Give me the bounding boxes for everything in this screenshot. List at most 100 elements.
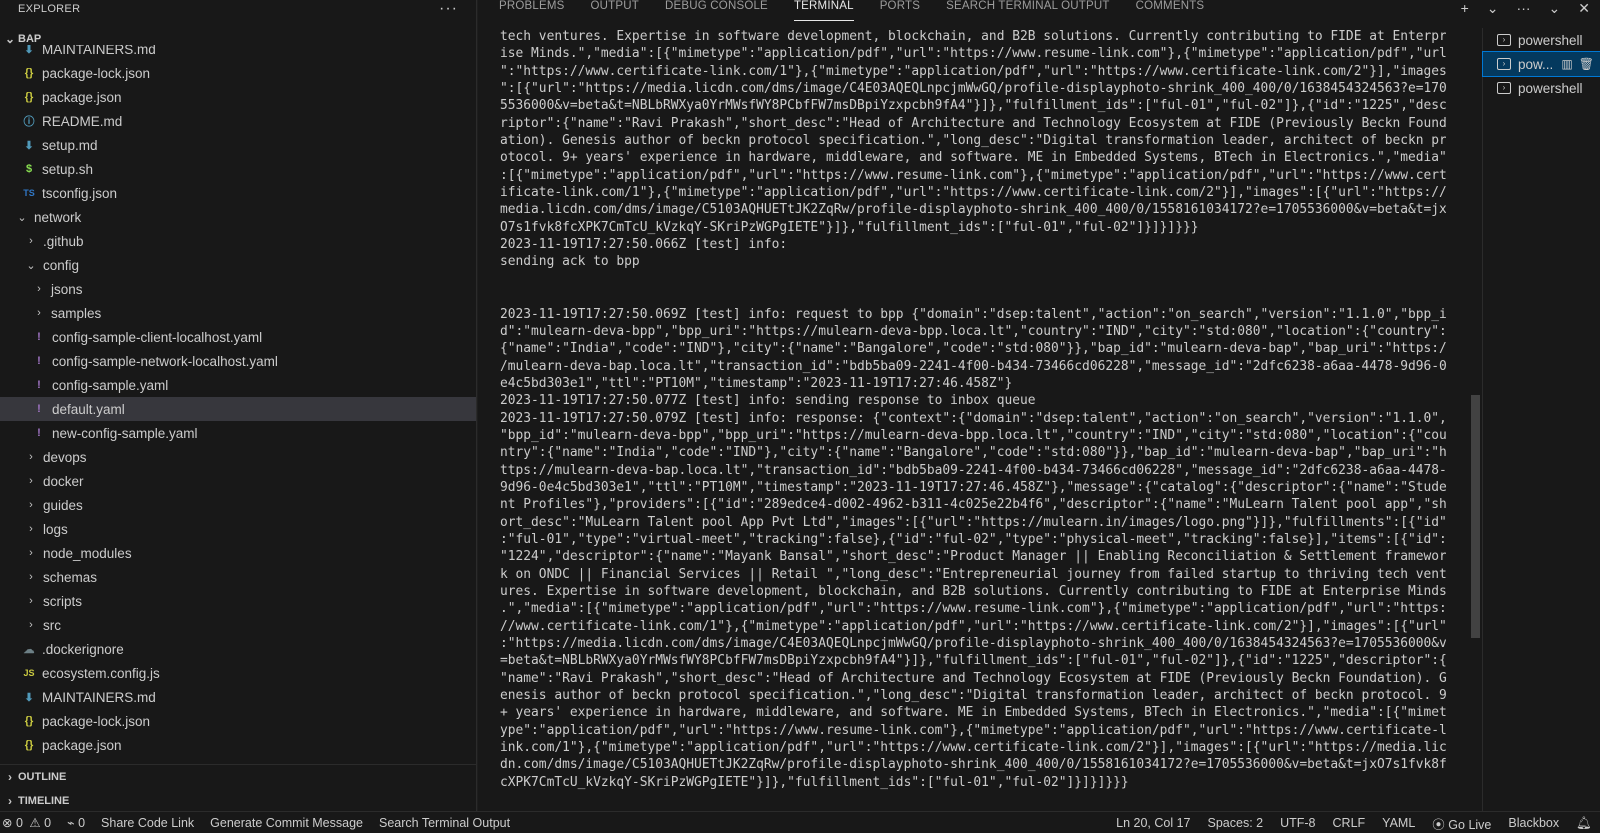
yaml-icon: ! [37,379,41,391]
terminal-instance[interactable]: › powershell [1483,28,1600,52]
tree-folder[interactable]: › node_modules [0,541,476,565]
tree-folder[interactable]: › jsons [0,277,476,301]
search-terminal-output-button[interactable]: Search Terminal Output [379,816,510,830]
collapse-panel-icon[interactable]: ⌄ [1549,0,1561,17]
terminal-line: 2023-11-19T17:27:50.079Z [test] info: re… [500,410,1446,426]
indentation[interactable]: Spaces: 2 [1208,816,1264,830]
cursor-position[interactable]: Ln 20, Col 17 [1116,816,1190,830]
terminal-line: :"https://media.licdn.com/dms/image/C4E0… [500,636,1446,652]
tree-folder[interactable]: › samples [0,301,476,325]
chevron-right-icon: › [29,619,33,631]
split-terminal-icon[interactable]: ▥ [1561,57,1572,71]
warning-count: 0 [44,816,52,830]
tree-file[interactable]: ⬇ MAINTAINERS.md [0,45,476,61]
tree-item-label: node_modules [43,545,132,561]
tab-debug-console[interactable]: DEBUG CONSOLE [665,0,768,20]
terminal-instance[interactable]: › powershell [1483,76,1600,100]
tab-ports[interactable]: PORTS [880,0,920,20]
blackbox-button[interactable]: Blackbox [1508,816,1559,830]
terminal-scrollbar[interactable] [1471,395,1480,638]
tree-file[interactable]: ! config-sample.yaml [0,373,476,397]
tree-item-label: config-sample-client-localhost.yaml [52,329,263,345]
tree-item-label: package-lock.json [42,65,151,81]
more-actions-icon[interactable]: ··· [1517,0,1531,16]
tree-file[interactable]: JS ecosystem.config.js [0,661,476,685]
go-live-button[interactable]: ⦿ Go Live [1432,814,1491,833]
tab-output[interactable]: OUTPUT [591,0,639,20]
tree-file[interactable]: ⬇ setup.md [0,133,476,157]
tree-file[interactable]: {} package-lock.json [0,61,476,85]
tree-file[interactable]: ⓘREADME.md [0,109,476,133]
tab-problems[interactable]: PROBLEMS [499,0,565,20]
chevron-down-icon[interactable]: ⌄ [1487,0,1499,17]
tab-terminal[interactable]: TERMINAL [793,0,854,21]
outline-section[interactable]: › OUTLINE [0,765,476,789]
panel-tabs: PROBLEMS OUTPUT DEBUG CONSOLE TERMINAL PORTS… [478,0,1600,21]
error-count: 0 [15,816,23,830]
chevron-right-icon: › [29,499,33,511]
ports-indicator[interactable]: ⌁ 0 [67,815,85,830]
tree-file[interactable]: {} package.json [0,85,476,109]
chevron-right-icon: › [29,595,33,607]
tree-folder[interactable]: › guides [0,493,476,517]
markdown-icon: ⬇ [24,139,34,152]
terminal-line: =beta&t=NBLbRWXya0YrMWsfWY8PCbfFW7msDBpi… [500,653,1446,669]
tab-search-terminal-output[interactable]: SEARCH TERMINAL OUTPUT [946,0,1110,20]
language-mode[interactable]: YAML [1382,816,1415,830]
tree-file[interactable]: TS tsconfig.json [0,181,476,205]
terminal-line: d":"mulearn-deva-bpp","bpp_uri":"https:/… [500,323,1446,339]
tree-file[interactable]: $ setup.sh [0,157,476,181]
encoding[interactable]: UTF-8 [1280,816,1315,830]
tree-folder[interactable]: › docker [0,469,476,493]
terminal-instance[interactable]: › pow... ▥ 🗑︎ [1482,51,1600,77]
terminal-line: ype":"application/pdf","url":"https://ww… [500,722,1446,738]
tree-folder[interactable]: › src [0,613,476,637]
terminal-line: "1224","descriptor":{"name":"Mayank Bans… [500,549,1446,565]
outline-label: OUTLINE [18,771,67,783]
tree-item-label: package.json [42,737,122,753]
timeline-section[interactable]: › TIMELINE [0,789,476,811]
tree-folder[interactable]: › scripts [0,589,476,613]
tree-item-label: scripts [43,593,83,609]
tree-folder[interactable]: ⌄ config [0,253,476,277]
terminal-instance-label: powershell [1518,32,1583,48]
docker-icon: ☁ [23,643,35,656]
warning-icon: ⚠ [29,816,41,830]
end-of-line[interactable]: CRLF [1333,816,1366,830]
trash-icon[interactable]: 🗑︎ [1579,57,1594,71]
tree-file[interactable]: ! config-sample-client-localhost.yaml [0,325,476,349]
tree-file[interactable]: ! default.yaml [0,397,476,421]
chevron-right-icon: › [29,523,33,535]
tab-comments[interactable]: COMMENTS [1136,0,1205,20]
more-actions-icon[interactable]: ··· [439,0,458,16]
chevron-right-icon: › [29,235,33,247]
tree-folder[interactable]: › .github [0,229,476,253]
terminal-line: k on ONDC || Financial Services || Retai… [500,566,1446,582]
terminal-output[interactable]: tech ventures. Expertise in software dev… [500,28,1446,798]
tree-folder[interactable]: › devops [0,445,476,469]
terminal-line: "bpp_id":"mulearn-deva-bpp","bpp_uri":"h… [500,427,1446,443]
tree-file[interactable]: ! config-sample-network-localhost.yaml [0,349,476,373]
terminal-line: + years' experience in hardware, middlew… [500,705,1446,721]
share-code-link-button[interactable]: Share Code Link [101,816,194,830]
new-terminal-icon[interactable]: + [1461,0,1469,16]
tree-item-label: samples [51,305,102,321]
close-panel-icon[interactable]: ✕ [1578,0,1590,17]
terminal-icon: › [1497,34,1511,46]
tree-folder[interactable]: › schemas [0,565,476,589]
tree-file[interactable]: {} package.json [0,733,476,757]
chevron-right-icon: › [29,451,33,463]
tree-file[interactable]: ! new-config-sample.yaml [0,421,476,445]
tree-folder[interactable]: ⌄ network [0,205,476,229]
tree-file[interactable]: {} package-lock.json [0,709,476,733]
tree-file[interactable]: ☁ .dockerignore [0,637,476,661]
tree-item-label: src [43,617,61,633]
tree-folder[interactable]: › logs [0,517,476,541]
tree-file[interactable]: ⓘREADME.md [0,757,476,759]
tree-file[interactable]: ⬇ MAINTAINERS.md [0,685,476,709]
chevron-right-icon: › [37,307,41,319]
notifications-bell-icon[interactable]: 🔔︎ [1576,816,1592,831]
problems-indicator[interactable]: ⊗ 0 ⚠ 0 [2,815,51,830]
generate-commit-message-button[interactable]: Generate Commit Message [210,816,363,830]
